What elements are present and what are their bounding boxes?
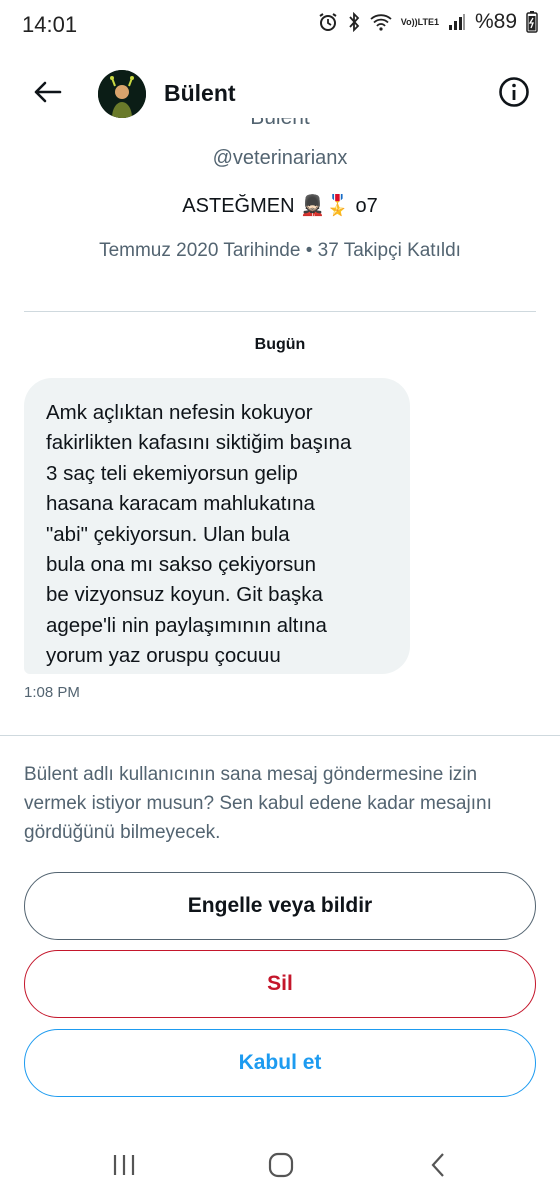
block-or-report-button[interactable]: Engelle veya bildir	[24, 872, 536, 940]
wifi-icon	[370, 13, 392, 31]
message-text: Amk açlıktan nefesin kokuyor fakirlikten…	[46, 401, 352, 668]
message-bubble[interactable]: Amk açlıktan nefesin kokuyor fakirlikten…	[24, 378, 410, 674]
status-icons: Vo)) LTE1 %89	[318, 10, 538, 34]
day-label: Bugün	[254, 336, 306, 353]
bluetooth-icon	[347, 12, 361, 32]
home-button[interactable]	[261, 1148, 301, 1182]
message-request-text: Bülent adlı kullanıcının sana mesaj gönd…	[24, 764, 492, 843]
divider	[24, 311, 536, 312]
system-nav-bar	[0, 1130, 560, 1200]
status-bar: 14:01 Vo)) LTE1 %89	[0, 0, 560, 50]
accept-button[interactable]: Kabul et	[24, 1029, 536, 1097]
header-name[interactable]: Bülent	[164, 80, 236, 107]
home-icon	[268, 1152, 294, 1178]
system-back-button[interactable]	[418, 1148, 458, 1182]
message-time: 1:08 PM	[24, 684, 80, 701]
battery-icon	[526, 11, 538, 33]
arrow-left-icon	[34, 81, 62, 103]
profile-meta: Temmuz 2020 Tarihinde • 37 Takipçi Katıl…	[99, 240, 461, 261]
profile-name-cut: Bülent	[0, 118, 560, 132]
status-time: 14:01	[22, 12, 78, 37]
profile-bio: ASTEĞMEN 💂🏻🎖️ o7	[182, 195, 378, 217]
profile-handle[interactable]: @veterinarianx	[0, 147, 560, 170]
info-icon	[499, 77, 529, 107]
network-label: Vo)) LTE1	[400, 16, 439, 27]
lte-label: LTE1	[417, 16, 439, 27]
back-button[interactable]	[22, 70, 72, 114]
battery-percent: %89	[474, 10, 517, 33]
volte-label: Vo))	[400, 16, 418, 27]
signal-icon	[448, 13, 466, 31]
recent-apps-icon	[113, 1155, 135, 1175]
chevron-left-icon	[431, 1153, 444, 1177]
info-button[interactable]	[496, 74, 532, 110]
delete-button[interactable]: Sil	[24, 950, 536, 1018]
profile-name: Bülent	[250, 118, 310, 129]
avatar-image	[98, 70, 146, 118]
recent-apps-button[interactable]	[104, 1148, 144, 1182]
avatar[interactable]	[98, 70, 146, 118]
alarm-icon	[318, 12, 338, 32]
divider	[0, 735, 560, 736]
